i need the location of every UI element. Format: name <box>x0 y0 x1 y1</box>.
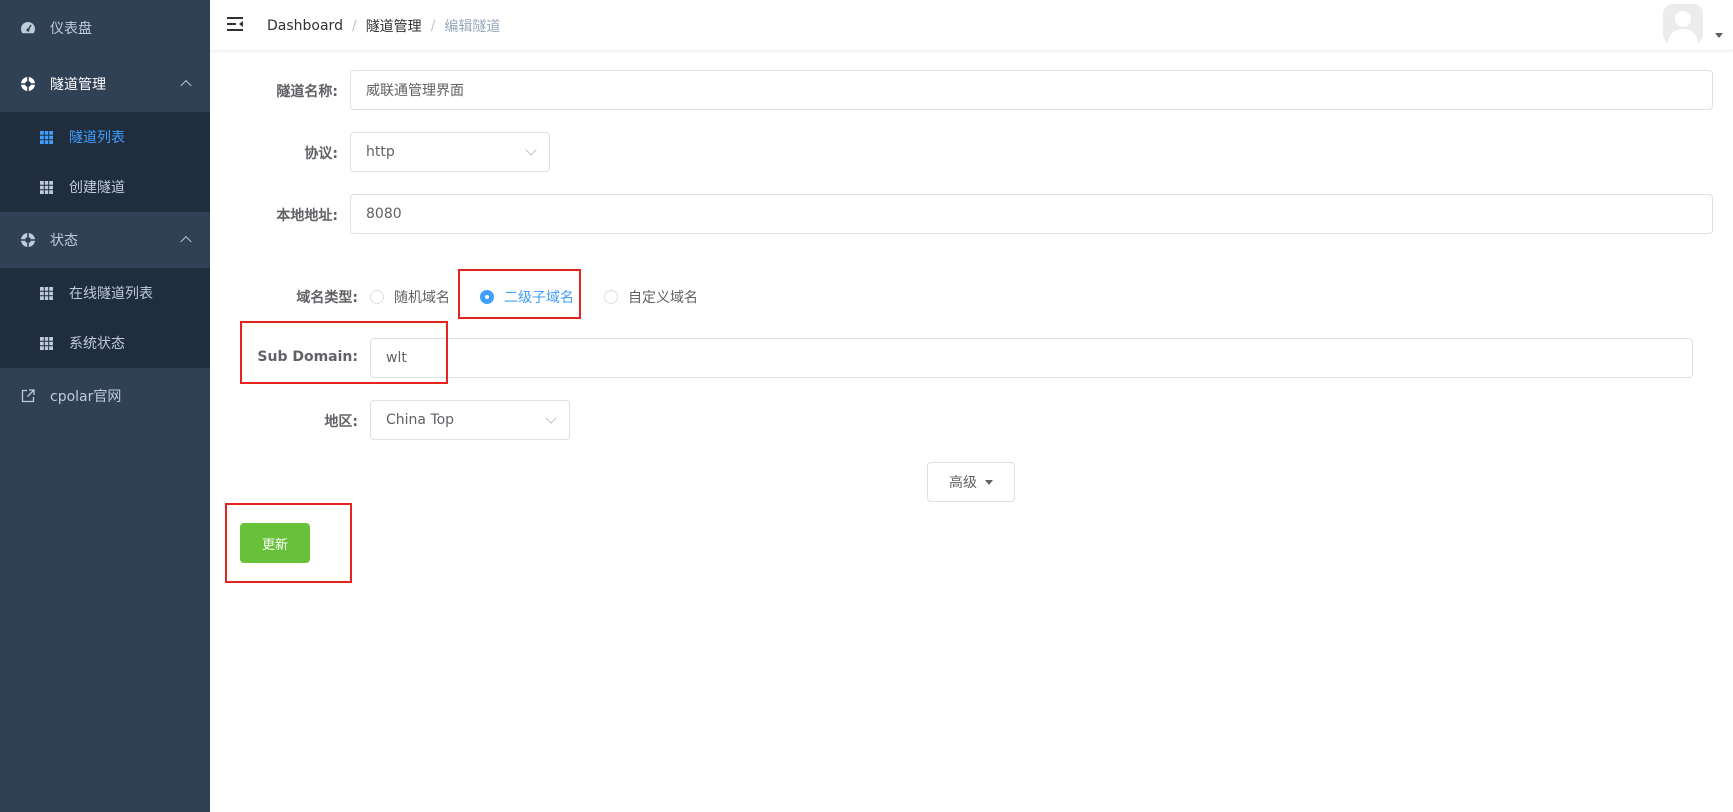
sidebar-item-system-status[interactable]: 系统状态 <box>0 318 210 368</box>
sub-domain-label: Sub Domain: <box>257 349 358 365</box>
sidebar-item-label: 系统状态 <box>69 336 125 352</box>
grid-icon <box>40 180 53 194</box>
grid-icon <box>40 286 53 300</box>
advanced-label: 高级 <box>949 475 977 491</box>
sidebar-item-tunnel-list[interactable]: 隧道列表 <box>0 112 210 162</box>
external-link-icon <box>20 388 36 404</box>
top-navbar: Dashboard / 隧道管理 / 编辑隧道 <box>210 0 1733 51</box>
radio-circle <box>480 290 494 304</box>
breadcrumb-separator: / <box>430 18 436 34</box>
lifebuoy-icon <box>20 76 36 92</box>
hamburger-icon[interactable] <box>226 16 244 32</box>
chevron-up-icon <box>180 235 192 248</box>
update-button[interactable]: 更新 <box>240 523 310 563</box>
region-value: China Top <box>386 412 455 428</box>
radio-circle <box>604 290 618 304</box>
tunnel-name-label: 隧道名称: <box>276 84 338 100</box>
protocol-label: 协议: <box>304 146 338 162</box>
tunnel-name-input[interactable]: 威联通管理界面 <box>350 70 1713 110</box>
dashboard-icon <box>20 20 36 36</box>
protocol-select[interactable]: http <box>350 132 550 172</box>
breadcrumb-tunnel-mgmt[interactable]: 隧道管理 <box>366 16 422 36</box>
sidebar-item-cpolar-site[interactable]: cpolar官网 <box>0 368 210 424</box>
breadcrumb-dashboard[interactable]: Dashboard <box>267 18 343 34</box>
local-addr-value: 8080 <box>366 206 402 222</box>
breadcrumb-current: 编辑隧道 <box>444 19 501 35</box>
sidebar-item-status[interactable]: 状态 <box>0 212 210 268</box>
sidebar-item-label: 隧道列表 <box>69 130 125 146</box>
radio-sub-domain[interactable]: 二级子域名 <box>480 287 574 307</box>
radio-label: 二级子域名 <box>504 290 574 306</box>
submenu-status: 在线隧道列表 系统状态 <box>0 268 210 368</box>
avatar[interactable] <box>1663 4 1703 44</box>
chevron-down-icon <box>545 412 557 424</box>
local-addr-input[interactable]: 8080 <box>350 194 1713 234</box>
caret-down-icon <box>985 479 993 485</box>
radio-label: 随机域名 <box>394 290 450 306</box>
radio-circle <box>370 290 384 304</box>
sidebar-item-label: 状态 <box>50 233 78 249</box>
breadcrumb-separator: / <box>351 18 357 34</box>
breadcrumb: Dashboard / 隧道管理 / 编辑隧道 <box>267 16 500 36</box>
sub-domain-input[interactable]: wlt <box>370 338 1693 378</box>
sidebar-item-create-tunnel[interactable]: 创建隧道 <box>0 162 210 212</box>
radio-random-domain[interactable]: 随机域名 <box>370 287 450 307</box>
local-addr-label: 本地地址: <box>276 208 338 224</box>
protocol-value: http <box>366 144 395 160</box>
radio-custom-domain[interactable]: 自定义域名 <box>604 287 698 307</box>
grid-icon <box>40 336 53 350</box>
caret-down-icon[interactable] <box>1715 33 1723 38</box>
sub-domain-value: wlt <box>386 350 407 366</box>
submenu-tunnel: 隧道列表 创建隧道 <box>0 112 210 212</box>
grid-icon <box>40 130 53 144</box>
sidebar-item-label: 在线隧道列表 <box>69 286 153 302</box>
domain-type-label: 域名类型: <box>296 290 358 306</box>
chevron-up-icon <box>180 79 192 92</box>
region-select[interactable]: China Top <box>370 400 570 440</box>
sidebar: 仪表盘 隧道管理 隧道列表 创建隧道 状态 在线隧道列表 系统状态 cpolar… <box>0 0 210 812</box>
sidebar-item-label: 仪表盘 <box>50 21 92 37</box>
sidebar-item-tunnel-mgmt[interactable]: 隧道管理 <box>0 56 210 112</box>
user-silhouette-icon <box>1663 4 1703 44</box>
advanced-button[interactable]: 高级 <box>927 462 1015 502</box>
sidebar-item-label: cpolar官网 <box>50 389 122 405</box>
region-label: 地区: <box>324 414 358 430</box>
chevron-down-icon <box>525 144 537 156</box>
tunnel-name-value: 威联通管理界面 <box>366 83 464 99</box>
sidebar-item-label: 隧道管理 <box>50 77 106 93</box>
radio-label: 自定义域名 <box>628 290 698 306</box>
sidebar-item-label: 创建隧道 <box>69 180 125 196</box>
sidebar-item-dashboard[interactable]: 仪表盘 <box>0 0 210 56</box>
sidebar-item-online-tunnels[interactable]: 在线隧道列表 <box>0 268 210 318</box>
lifebuoy-icon <box>20 232 36 248</box>
